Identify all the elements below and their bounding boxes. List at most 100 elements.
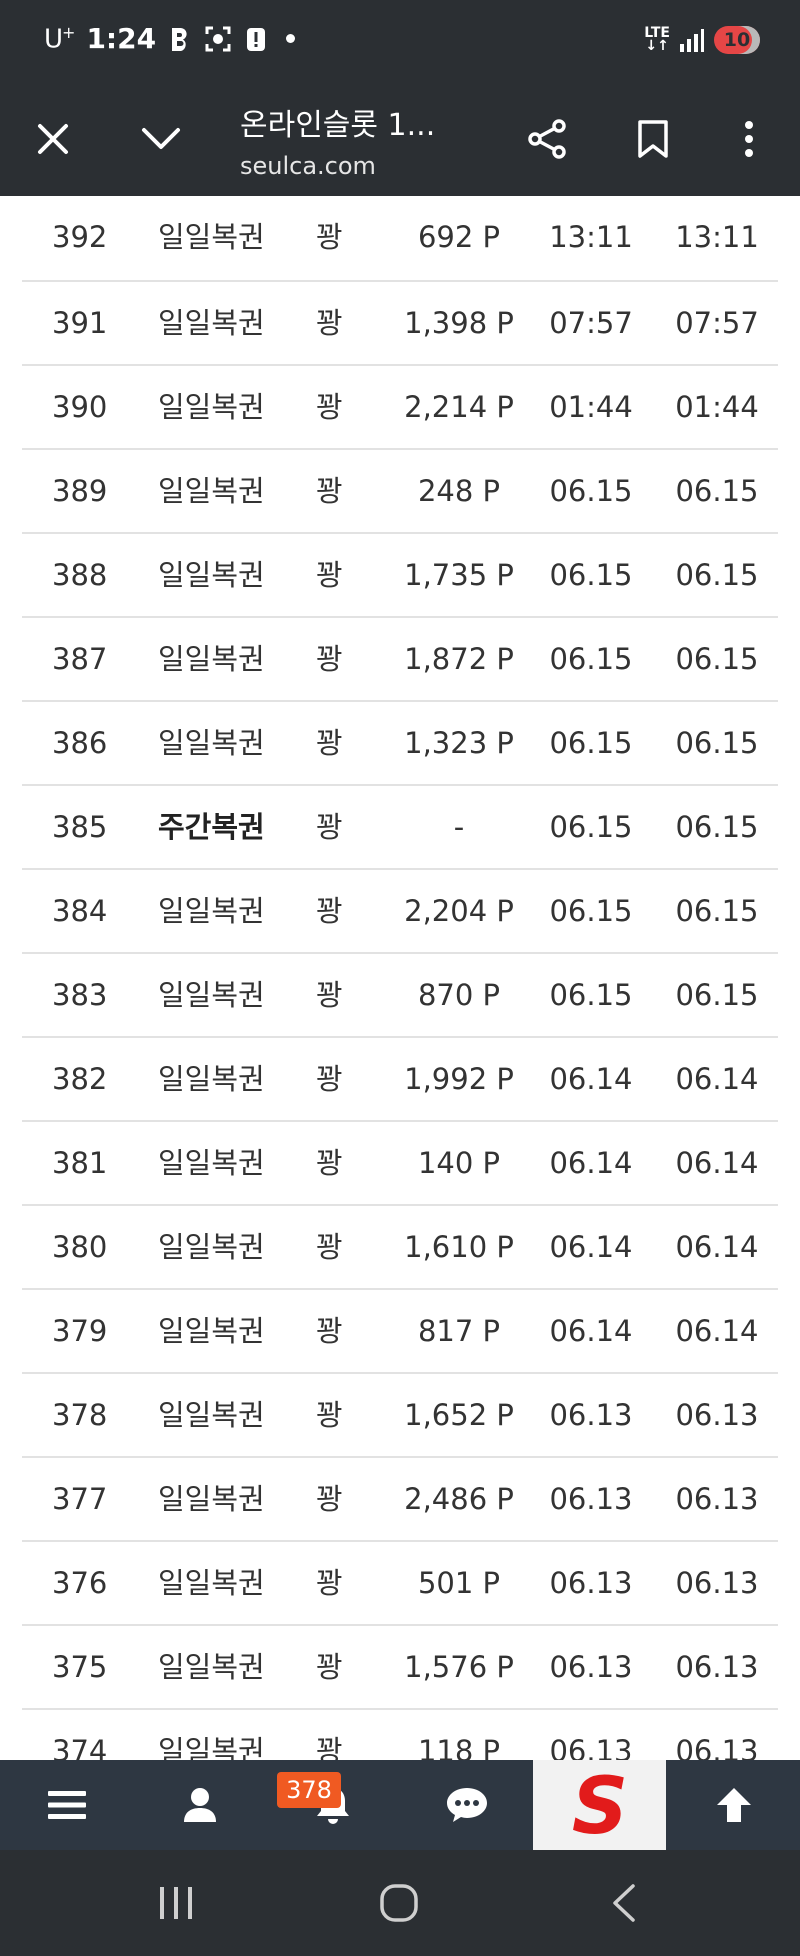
close-button[interactable] [18,82,88,196]
table-row[interactable]: 375 일일복권 꽝 1,576 P 06.13 06.13 [22,1624,778,1708]
bookmark-button[interactable] [618,82,688,196]
row-date-2: 13:11 [675,220,759,254]
row-date: 07:57 [549,306,633,340]
title-block[interactable]: 온라인슬롯 1... seulca.com [240,100,480,180]
table-row[interactable]: 378 일일복권 꽝 1,652 P 06.13 06.13 [22,1372,778,1456]
alert-icon [242,25,270,53]
back-button[interactable] [574,1850,674,1956]
row-date: 06.15 [549,642,633,676]
row-type: 일일복권 [158,474,265,508]
arrow-up-icon [716,1788,751,1822]
carrier-plus: + [62,22,75,42]
row-type: 일일복권 [158,390,265,424]
row-type: 일일복권 [158,306,265,340]
row-number: 380 [52,1230,108,1264]
row-point: 1,992 P [404,1062,514,1096]
row-number: 386 [52,726,108,760]
system-nav-bar [0,1850,800,1956]
row-author: 꽝 [316,1398,343,1432]
table-row[interactable]: 381 일일복권 꽝 140 P 06.14 06.14 [22,1120,778,1204]
row-type: 일일복권 [158,1062,265,1096]
row-type: 일일복권 [158,1230,265,1264]
row-point: 1,576 P [404,1650,514,1684]
table-row[interactable]: 382 일일복권 꽝 1,992 P 06.14 06.14 [22,1036,778,1120]
row-point: 1,610 P [404,1230,514,1264]
row-date: 06.15 [549,810,633,844]
row-date: 06.15 [549,978,633,1012]
row-date: 06.13 [549,1650,633,1684]
table-row[interactable]: 377 일일복권 꽝 2,486 P 06.13 06.13 [22,1456,778,1540]
user-button[interactable] [133,1760,266,1850]
row-point: 1,735 P [404,558,514,592]
table-row[interactable]: 390 일일복권 꽝 2,214 P 01:44 01:44 [22,364,778,448]
row-author: 꽝 [316,220,343,254]
status-right: LTE ↓↑ 10 [644,26,760,54]
row-number: 392 [52,220,108,254]
table-row[interactable]: 387 일일복권 꽝 1,872 P 06.15 06.15 [22,616,778,700]
row-date-2: 07:57 [675,306,759,340]
table-row[interactable]: 385 주간복권 꽝 - 06.15 06.15 [22,784,778,868]
home-button[interactable] [349,1850,449,1956]
table-row[interactable]: 386 일일복권 꽝 1,323 P 06.15 06.15 [22,700,778,784]
row-number: 381 [52,1146,108,1180]
row-date: 06.14 [549,1062,633,1096]
row-point: 692 P [417,220,501,254]
scroll-top-button[interactable] [667,1760,800,1850]
table-row[interactable]: 379 일일복권 꽝 817 P 06.14 06.14 [22,1288,778,1372]
table-row[interactable]: 391 일일복권 꽝 1,398 P 07:57 07:57 [22,280,778,364]
row-author: 꽝 [316,558,343,592]
row-date-2: 01:44 [675,390,759,424]
expand-button[interactable] [126,82,196,196]
table-row[interactable]: 384 일일복권 꽝 2,204 P 06.15 06.15 [22,868,778,952]
user-icon [183,1788,216,1822]
row-type: 일일복권 [158,220,265,254]
row-date-2: 06.15 [675,558,759,592]
row-type: 일일복권 [158,1650,265,1684]
share-button[interactable] [512,82,582,196]
row-number: 383 [52,978,108,1012]
row-date-2: 06.13 [675,1650,759,1684]
table-row[interactable]: 388 일일복권 꽝 1,735 P 06.15 06.15 [22,532,778,616]
table-row[interactable]: 383 일일복권 꽝 870 P 06.15 06.15 [22,952,778,1036]
row-date: 06.14 [549,1230,633,1264]
row-date-2: 06.14 [675,1146,759,1180]
row-point: - [453,810,465,844]
table-row[interactable]: 376 일일복권 꽝 501 P 06.13 06.13 [22,1540,778,1624]
menu-button[interactable] [0,1760,133,1850]
site-logo-button[interactable]: S [533,1760,666,1850]
page-title: 온라인슬롯 1... [240,108,436,143]
status-bar: U+ 1:24 LTE ↓↑ 10 [0,0,800,82]
row-date: 13:11 [549,220,633,254]
row-point: 870 P [417,978,501,1012]
back-icon [613,1884,635,1922]
table-row[interactable]: 389 일일복권 꽝 248 P 06.15 06.15 [22,448,778,532]
menu-icon [47,1791,86,1819]
status-time: 1:24 [86,22,157,55]
row-point: 501 P [417,1566,501,1600]
battery-icon: 10 [714,26,760,54]
row-date-2: 06.15 [675,474,759,508]
table-row[interactable]: 392 일일복권 꽝 692 P 13:11 13:11 [22,196,778,280]
row-author: 꽝 [316,1650,343,1684]
row-type: 일일복권 [158,894,265,928]
row-number: 390 [52,390,108,424]
row-number: 388 [52,558,108,592]
row-date-2: 06.14 [675,1062,759,1096]
chat-button[interactable] [400,1760,533,1850]
row-author: 꽝 [316,1482,343,1516]
row-date: 06.13 [549,1398,633,1432]
bookmark-icon [638,120,668,158]
network-type: LTE [644,25,670,41]
recents-button[interactable] [126,1850,226,1956]
row-author: 꽝 [316,1230,343,1264]
share-icon [528,119,566,159]
row-type: 일일복권 [158,1398,265,1432]
more-button[interactable] [714,82,784,196]
table-row[interactable]: 380 일일복권 꽝 1,610 P 06.14 06.14 [22,1204,778,1288]
row-number: 376 [52,1566,108,1600]
row-type: 일일복권 [158,1146,265,1180]
row-date-2: 06.13 [675,1398,759,1432]
b-app-icon [166,25,194,53]
site-logo-icon: S [571,1767,627,1843]
row-date: 06.14 [549,1314,633,1348]
